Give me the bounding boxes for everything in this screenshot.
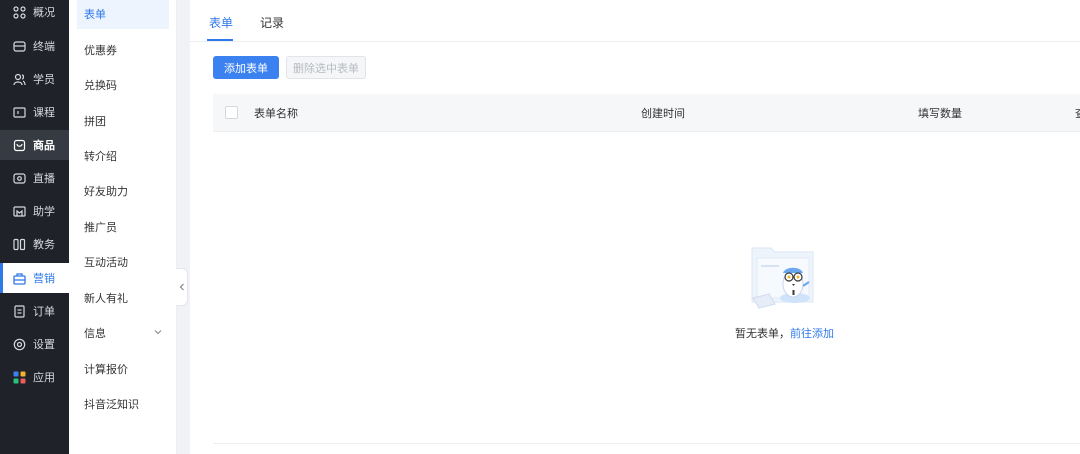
nav-item-label: 订单 [33, 305, 55, 318]
table-header: 表单名称 创建时间 填写数量 查 [213, 94, 1080, 132]
submenu-item-label: 转介绍 [84, 150, 117, 163]
empty-state-text: 暂无表单， [735, 327, 790, 340]
nav-item-teaching[interactable]: 教务 [0, 229, 69, 259]
submenu-item-referral[interactable]: 转介绍 [77, 141, 169, 171]
grid-icon [12, 5, 26, 19]
submenu-item-label: 互动活动 [84, 256, 128, 269]
submenu-item-label: 兑换码 [84, 79, 117, 92]
main-nav: 概况 终端 学员 课程 商品 直播 助学 教务 营销 订单 设置 应用 [0, 0, 69, 454]
tab-form[interactable]: 表单 [209, 14, 233, 31]
submenu-item-label: 好友助力 [84, 185, 128, 198]
nav-item-goods[interactable]: 商品 [0, 130, 69, 160]
submenu-item-label: 优惠券 [84, 44, 117, 57]
nav-item-overview[interactable]: 概况 [0, 0, 69, 27]
terminal-icon [12, 39, 26, 53]
collapse-sidebar-button[interactable] [176, 268, 188, 306]
chevron-left-icon [179, 280, 185, 294]
main-content: 表单 记录 添加表单 删除选中表单 表单名称 创建时间 填写数量 查 [190, 0, 1080, 454]
submenu-item-promoter[interactable]: 推广员 [77, 212, 169, 242]
empty-state-illustration [747, 240, 817, 313]
submenu-item-douyin-knowledge[interactable]: 抖音泛知识 [77, 389, 169, 419]
nav-item-course[interactable]: 课程 [0, 97, 69, 127]
table-bottom-divider [213, 443, 1080, 444]
submenu-item-label: 信息 [84, 327, 106, 340]
submenu-item-form[interactable]: 表单 [77, 0, 169, 29]
select-all-checkbox[interactable] [225, 106, 238, 119]
submenu-item-label: 抖音泛知识 [84, 398, 139, 411]
nav-item-order[interactable]: 订单 [0, 296, 69, 326]
nav-item-label: 商品 [33, 139, 55, 152]
nav-item-label: 概况 [33, 6, 55, 19]
nav-item-label: 设置 [33, 338, 55, 351]
nav-item-label: 终端 [33, 40, 55, 53]
submenu-item-info[interactable]: 信息 [77, 318, 169, 348]
nav-item-study[interactable]: 助学 [0, 196, 69, 226]
add-form-button[interactable]: 添加表单 [213, 56, 279, 79]
study-icon [12, 204, 26, 218]
nav-item-label: 直播 [33, 172, 55, 185]
empty-state-message: 暂无表单，前往添加 [735, 325, 834, 341]
delete-selected-button: 删除选中表单 [286, 56, 366, 79]
submenu-item-label: 新人有礼 [84, 292, 128, 305]
submenu-item-label: 计算报价 [84, 363, 128, 376]
tab-bar: 表单 记录 [190, 0, 1080, 42]
submenu-item-redeem-code[interactable]: 兑换码 [77, 70, 169, 100]
column-header-more[interactable]: 查 [1075, 105, 1080, 121]
apps-icon [12, 370, 26, 384]
chevron-down-icon [153, 327, 163, 340]
column-header-count[interactable]: 填写数量 [918, 105, 962, 121]
tab-records[interactable]: 记录 [260, 14, 284, 31]
marketing-icon [12, 271, 26, 285]
nav-item-students[interactable]: 学员 [0, 64, 69, 94]
submenu-item-group-buy[interactable]: 拼团 [77, 106, 169, 136]
submenu-item-label: 推广员 [84, 221, 117, 234]
settings-icon [12, 337, 26, 351]
active-indicator [0, 263, 3, 293]
users-icon [12, 72, 26, 86]
teaching-icon [12, 237, 26, 251]
go-add-link[interactable]: 前往添加 [790, 327, 834, 340]
submenu-item-coupon[interactable]: 优惠券 [77, 35, 169, 65]
order-icon [12, 304, 26, 318]
nav-item-label: 课程 [33, 106, 55, 119]
live-icon [12, 171, 26, 185]
nav-item-label: 学员 [33, 73, 55, 86]
submenu-item-interactive[interactable]: 互动活动 [77, 247, 169, 277]
course-icon [12, 105, 26, 119]
nav-item-marketing[interactable]: 营销 [0, 263, 69, 293]
submenu-item-label: 拼团 [84, 115, 106, 128]
nav-item-label: 教务 [33, 238, 55, 251]
submenu-item-quote[interactable]: 计算报价 [77, 354, 169, 384]
marketing-submenu: 表单 优惠券 兑换码 拼团 转介绍 好友助力 推广员 互动活动 新人有礼 信息 … [69, 0, 177, 454]
column-header-created[interactable]: 创建时间 [641, 105, 685, 121]
goods-icon [12, 138, 26, 152]
nav-item-label: 应用 [33, 371, 55, 384]
nav-item-live[interactable]: 直播 [0, 163, 69, 193]
nav-item-settings[interactable]: 设置 [0, 329, 69, 359]
submenu-item-newcomer-gift[interactable]: 新人有礼 [77, 283, 169, 313]
nav-item-apps[interactable]: 应用 [0, 362, 69, 392]
nav-item-label: 助学 [33, 205, 55, 218]
active-tab-indicator [207, 39, 233, 41]
nav-item-terminal[interactable]: 终端 [0, 31, 69, 61]
column-header-name[interactable]: 表单名称 [254, 105, 298, 121]
submenu-item-label: 表单 [84, 8, 106, 21]
nav-item-label: 营销 [33, 272, 55, 285]
submenu-item-friend-help[interactable]: 好友助力 [77, 176, 169, 206]
